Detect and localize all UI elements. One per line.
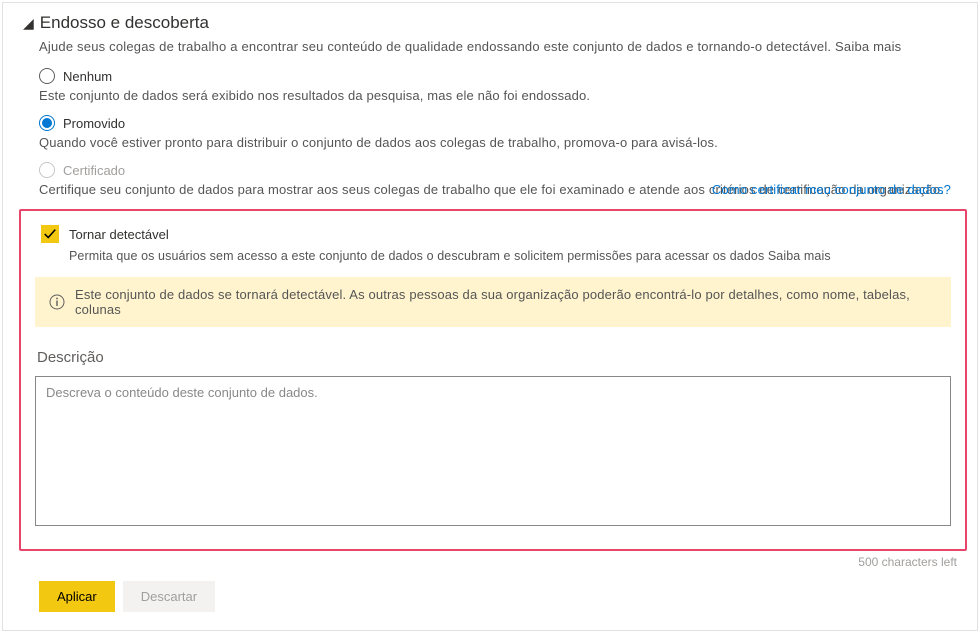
discoverable-block: Tornar detectável Permita que os usuário… <box>19 209 967 551</box>
certify-help-link[interactable]: Como certificar meu conjunto de dados? <box>712 182 951 197</box>
radio-option-certified: Certificado Certifique seu conjunto de d… <box>39 162 957 197</box>
description-label: Descrição <box>35 349 951 366</box>
settings-panel: ◢ Endosso e descoberta Ajude seus colega… <box>2 2 978 631</box>
radio-icon <box>39 68 55 84</box>
caret-down-icon: ◢ <box>23 16 34 30</box>
info-banner-text: Este conjunto de dados se tornará detect… <box>75 287 937 317</box>
apply-button[interactable]: Aplicar <box>39 581 115 612</box>
section-header[interactable]: ◢ Endosso e descoberta <box>3 13 977 39</box>
discoverable-help: Permita que os usuários sem acesso a est… <box>35 249 951 263</box>
section-title: Endosso e descoberta <box>40 13 209 33</box>
endorsement-radio-group: Nenhum Este conjunto de dados será exibi… <box>3 68 977 197</box>
radio-help-certified: Certifique seu conjunto de dados para mo… <box>39 182 957 197</box>
section-description: Ajude seus colegas de trabalho a encontr… <box>3 39 977 68</box>
radio-label-promoted: Promovido <box>63 116 125 131</box>
radio-icon-selected <box>39 115 55 131</box>
radio-option-promoted: Promovido Quando você estiver pronto par… <box>39 115 957 150</box>
discoverable-label: Tornar detectável <box>69 227 169 242</box>
button-row: Aplicar Descartar <box>3 569 977 612</box>
radio-row-certified: Certificado <box>39 162 957 178</box>
radio-option-none: Nenhum Este conjunto de dados será exibi… <box>39 68 957 103</box>
radio-label-certified: Certificado <box>63 163 125 178</box>
info-banner: Este conjunto de dados se tornará detect… <box>35 277 951 327</box>
description-textarea[interactable] <box>35 376 951 526</box>
info-icon <box>49 294 65 310</box>
radio-help-none: Este conjunto de dados será exibido nos … <box>39 88 957 103</box>
radio-icon-disabled <box>39 162 55 178</box>
discard-button[interactable]: Descartar <box>123 581 215 612</box>
radio-help-promoted: Quando você estiver pronto para distribu… <box>39 135 957 150</box>
checkbox-checked-icon <box>41 225 59 243</box>
radio-row-promoted[interactable]: Promovido <box>39 115 957 131</box>
char-count: 500 characters left <box>3 551 977 569</box>
radio-label-none: Nenhum <box>63 69 112 84</box>
discoverable-checkbox-row[interactable]: Tornar detectável <box>35 225 951 243</box>
radio-row-none[interactable]: Nenhum <box>39 68 957 84</box>
